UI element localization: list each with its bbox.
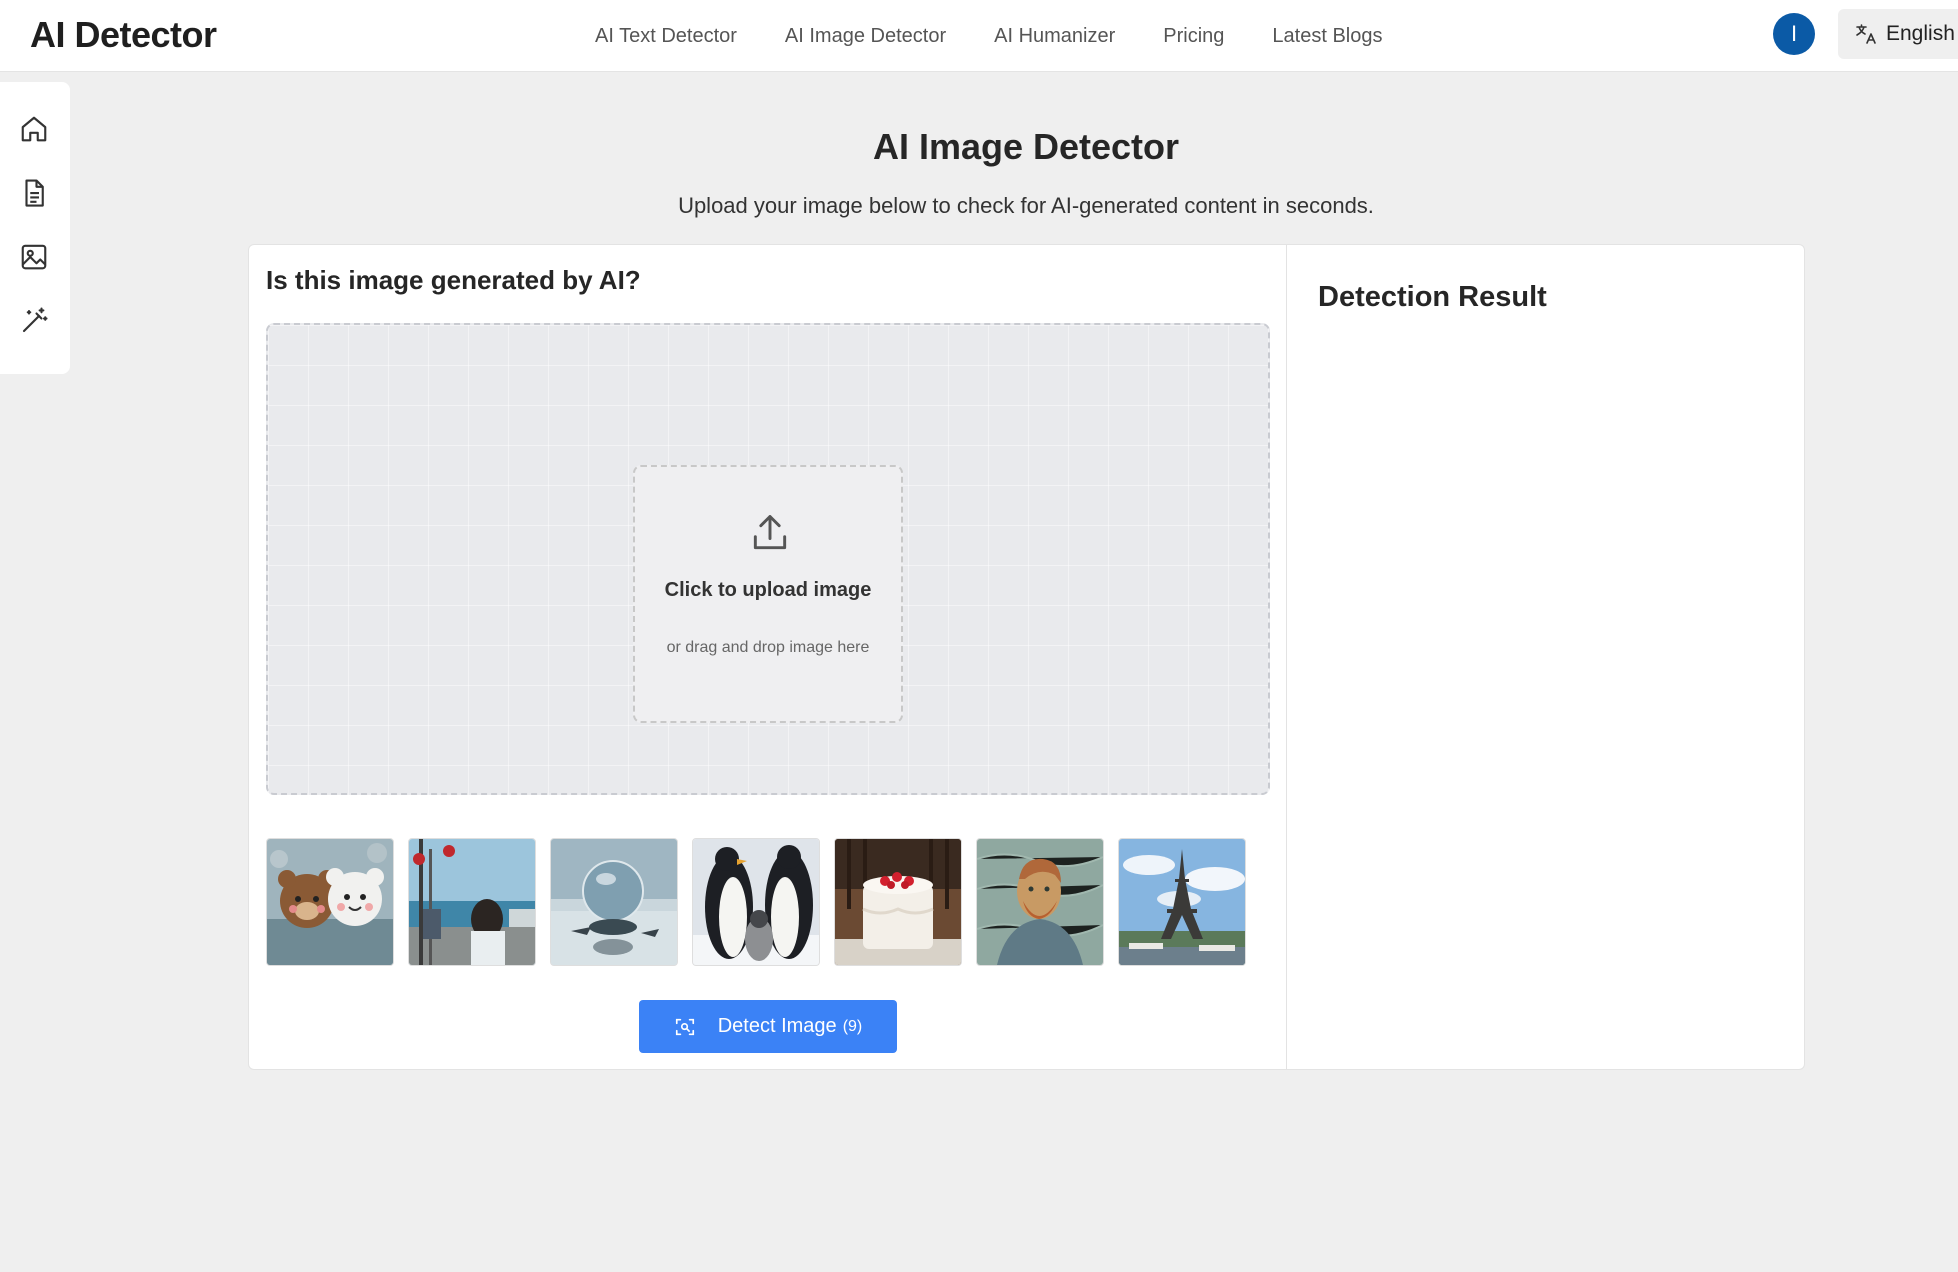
- sample-image[interactable]: [976, 838, 1104, 966]
- sidebar-item-humanizer[interactable]: [17, 304, 51, 338]
- detect-button-label: Detect Image: [717, 1015, 837, 1037]
- sample-image[interactable]: [266, 838, 394, 966]
- sample-image[interactable]: [834, 838, 962, 966]
- main-nav: AI Text Detector AI Image Detector AI Hu…: [595, 0, 1430, 72]
- detect-image-button[interactable]: Detect Image (9): [639, 1000, 897, 1053]
- upload-panel: Is this image generated by AI? Click to …: [249, 245, 1287, 1069]
- sample-image[interactable]: [550, 838, 678, 966]
- cake-thumbnail: [835, 839, 961, 965]
- upload-sub-text: or drag and drop image here: [666, 639, 870, 656]
- language-selector[interactable]: English: [1838, 9, 1958, 59]
- translate-icon: [1856, 24, 1876, 44]
- eiffel-tower-thumbnail: [1119, 839, 1245, 965]
- penguins-thumbnail: [693, 839, 819, 965]
- brand-logo[interactable]: AI Detector: [30, 14, 217, 56]
- sample-image[interactable]: [692, 838, 820, 966]
- upload-main-text: Click to upload image: [664, 579, 872, 601]
- detector-question: Is this image generated by AI?: [266, 265, 641, 295]
- crystal-ball-thumbnail: [551, 839, 677, 965]
- result-panel: Detection Result: [1286, 245, 1804, 1069]
- page-subtitle: Upload your image below to check for AI-…: [678, 193, 1374, 218]
- magic-wand-icon: [22, 307, 48, 333]
- scan-icon: [675, 1018, 694, 1035]
- nav-latest-blogs[interactable]: Latest Blogs: [1272, 25, 1382, 48]
- image-icon: [21, 244, 47, 270]
- detect-count: (9): [842, 1017, 863, 1035]
- sample-image[interactable]: [408, 838, 536, 966]
- top-header: AI Detector AI Text Detector AI Image De…: [0, 0, 1958, 72]
- upload-button[interactable]: Click to upload image or drag and drop i…: [633, 465, 903, 723]
- user-avatar[interactable]: I: [1773, 13, 1815, 55]
- upload-icon: [753, 515, 787, 550]
- portrait-painting-thumbnail: [977, 839, 1103, 965]
- language-label: English: [1886, 22, 1955, 45]
- bears-thumbnail: [267, 839, 393, 965]
- page-title: AI Image Detector: [872, 126, 1180, 167]
- sample-image[interactable]: [1118, 838, 1246, 966]
- nav-ai-text-detector[interactable]: AI Text Detector: [595, 25, 737, 48]
- detection-result-title: Detection Result: [1318, 281, 1547, 313]
- nav-pricing[interactable]: Pricing: [1163, 25, 1224, 48]
- nav-ai-image-detector[interactable]: AI Image Detector: [785, 25, 946, 48]
- detector-card: Is this image generated by AI? Click to …: [248, 244, 1805, 1070]
- girl-at-sea-thumbnail: [409, 839, 535, 965]
- nav-ai-humanizer[interactable]: AI Humanizer: [994, 25, 1115, 48]
- image-drop-zone[interactable]: Click to upload image or drag and drop i…: [266, 323, 1270, 795]
- sidebar-item-image-detector[interactable]: [17, 240, 51, 274]
